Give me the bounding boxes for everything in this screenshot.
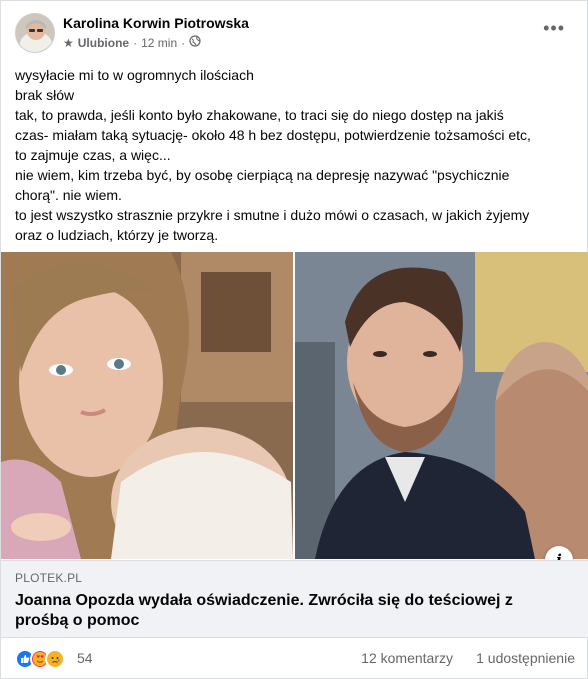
post-text-line: to jest wszystko strasznie przykre i smu… <box>15 207 530 223</box>
sad-icon <box>45 649 65 669</box>
post-text-line: to zajmuje czas, a więc... <box>15 147 171 163</box>
link-domain: PLOTEK.PL <box>15 571 83 585</box>
link-preview[interactable]: PLOTEK.PL Joanna Opozda wydała oświadcze… <box>1 560 588 638</box>
post-text-line: chorą". nie wiem. <box>15 187 122 203</box>
star-icon: ★ <box>63 35 74 50</box>
comments-count[interactable]: 12 komentarzy <box>361 650 453 666</box>
reactions[interactable] <box>15 648 65 670</box>
post-time[interactable]: 12 min <box>141 36 177 50</box>
link-preview-image[interactable] <box>1 252 588 559</box>
post-text-line: oraz o ludziach, którzy je tworzą. <box>15 227 219 243</box>
post-header: Karolina Korwin Piotrowska ★ Ulubione · … <box>15 13 575 57</box>
link-title[interactable]: Joanna Opozda wydała oświadczenie. Zwróc… <box>15 591 535 631</box>
post-text-line: nie wiem, kim trzeba być, by osobę cierp… <box>15 167 510 183</box>
reactions-count[interactable]: 54 <box>77 650 93 666</box>
globe-icon <box>189 35 201 50</box>
post-text-line: brak słów <box>15 87 75 103</box>
post-text-line: czas- miałam taką sytuację- około 48 h b… <box>15 127 531 143</box>
meta-separator: · <box>133 35 138 50</box>
post-text-line: wysyłacie mi to w ogromnych ilościach <box>15 67 254 83</box>
author-avatar[interactable] <box>15 13 55 53</box>
post-meta: ★ Ulubione · 12 min · <box>63 35 201 50</box>
post-footer: 54 12 komentarzy 1 udostępnienie <box>15 646 575 674</box>
more-options-icon[interactable]: ••• <box>543 19 565 37</box>
photo-man <box>295 252 588 559</box>
photo-woman-with-baby <box>1 252 293 559</box>
author-name[interactable]: Karolina Korwin Piotrowska <box>63 15 249 31</box>
meta-separator: · <box>181 35 186 50</box>
shares-count[interactable]: 1 udostępnienie <box>476 650 575 666</box>
facebook-post: Karolina Korwin Piotrowska ★ Ulubione · … <box>0 0 588 679</box>
post-text: wysyłacie mi to w ogromnych ilościach br… <box>15 65 575 245</box>
post-text-line: tak, to prawda, jeśli konto było zhakowa… <box>15 107 504 123</box>
audience-label: Ulubione <box>77 35 130 50</box>
